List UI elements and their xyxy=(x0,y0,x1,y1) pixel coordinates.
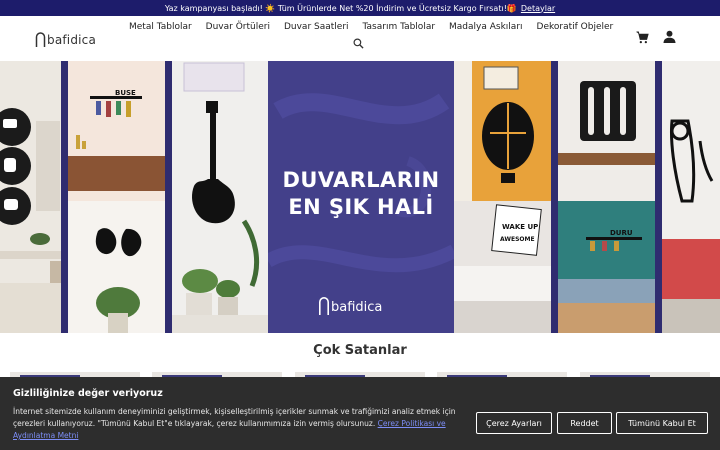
coffee-clock-image xyxy=(0,61,61,333)
medal-hanger-koi-image: BUSE xyxy=(68,61,165,333)
svg-text:BUSE: BUSE xyxy=(115,89,136,97)
hero-divider xyxy=(655,61,662,333)
logo-text: bafidica xyxy=(47,33,97,47)
cookie-text: İnternet sitemizde kullanım deneyiminizi… xyxy=(13,406,463,442)
hero-logo-text: bafidica xyxy=(331,300,383,315)
nav-item-madalya-askilari[interactable]: Madalya Askıları xyxy=(442,21,530,33)
cookie-banner: Gizliliğinize değer veriyoruz İnternet s… xyxy=(0,377,720,450)
site-header: bafidica Metal Tablolar Duvar Örtüleri D… xyxy=(0,16,720,61)
logo[interactable]: bafidica xyxy=(35,27,96,47)
hero-logo: bafidica xyxy=(318,295,382,315)
bestsellers-title: Çok Satanlar xyxy=(313,343,407,358)
svg-text:AWESOME: AWESOME xyxy=(500,236,535,243)
cookie-reject-button[interactable]: Reddet xyxy=(557,412,612,434)
main-nav: Metal Tablolar Duvar Örtüleri Duvar Saat… xyxy=(122,21,620,33)
hero-panel-coffee xyxy=(0,61,61,333)
svg-text:WAKE UP: WAKE UP xyxy=(502,223,538,231)
hero-divider xyxy=(165,61,172,333)
hero-panel-medal-koi: BUSE xyxy=(68,61,165,333)
search-icon[interactable] xyxy=(353,38,364,49)
announcement-bar: Yaz kampanyası başladı! ☀️ Tüm Ürünlerde… xyxy=(0,0,720,16)
dog-wall-art-image xyxy=(662,61,720,333)
nav-item-dekoratif-objeler[interactable]: Dekoratif Objeler xyxy=(530,21,621,33)
hero-title-line1: DUVARLARIN xyxy=(282,168,440,192)
hero-panel-balloon: WAKE UP AWESOME xyxy=(454,61,551,333)
svg-text:DURU: DURU xyxy=(610,229,633,237)
announcement-text: Yaz kampanyası başladı! ☀️ Tüm Ürünlerde… xyxy=(164,3,517,13)
hero-center-panel: DUVARLARIN EN ŞIK HALİ bafidica xyxy=(268,61,454,333)
hero-panel-dogs xyxy=(662,61,720,333)
cookie-accept-button[interactable]: Tümünü Kabul Et xyxy=(616,412,708,434)
cookie-title: Gizliliğinize değer veriyoruz xyxy=(13,388,163,399)
cookie-settings-button[interactable]: Çerez Ayarları xyxy=(476,412,552,434)
guitar-wall-art-image xyxy=(172,61,268,333)
cart-icon[interactable] xyxy=(636,31,649,44)
logo-arch-icon xyxy=(319,297,329,315)
hero-panel-guitar xyxy=(172,61,268,333)
nav-item-duvar-ortuleri[interactable]: Duvar Örtüleri xyxy=(199,21,277,33)
nav-item-duvar-saatleri[interactable]: Duvar Saatleri xyxy=(277,21,356,33)
hero-divider xyxy=(551,61,558,333)
hero-panel-cutlery: DURU xyxy=(558,61,655,333)
nav-item-tasarim-tablolar[interactable]: Tasarım Tablolar xyxy=(356,21,443,33)
user-icon[interactable] xyxy=(663,30,676,43)
hero-title-line2: EN ŞIK HALİ xyxy=(288,195,434,219)
announcement-details-link[interactable]: Detaylar xyxy=(521,4,555,13)
balloon-wakeup-image: WAKE UP AWESOME xyxy=(454,61,551,333)
hero-divider xyxy=(61,61,68,333)
logo-arch-icon xyxy=(35,32,46,47)
hero-banner[interactable]: BUSE DUVARLARIN EN ŞIK HALİ bafidica WAK… xyxy=(0,61,720,333)
cutlery-duru-image: DURU xyxy=(558,61,655,333)
nav-item-metal-tablolar[interactable]: Metal Tablolar xyxy=(122,21,199,33)
